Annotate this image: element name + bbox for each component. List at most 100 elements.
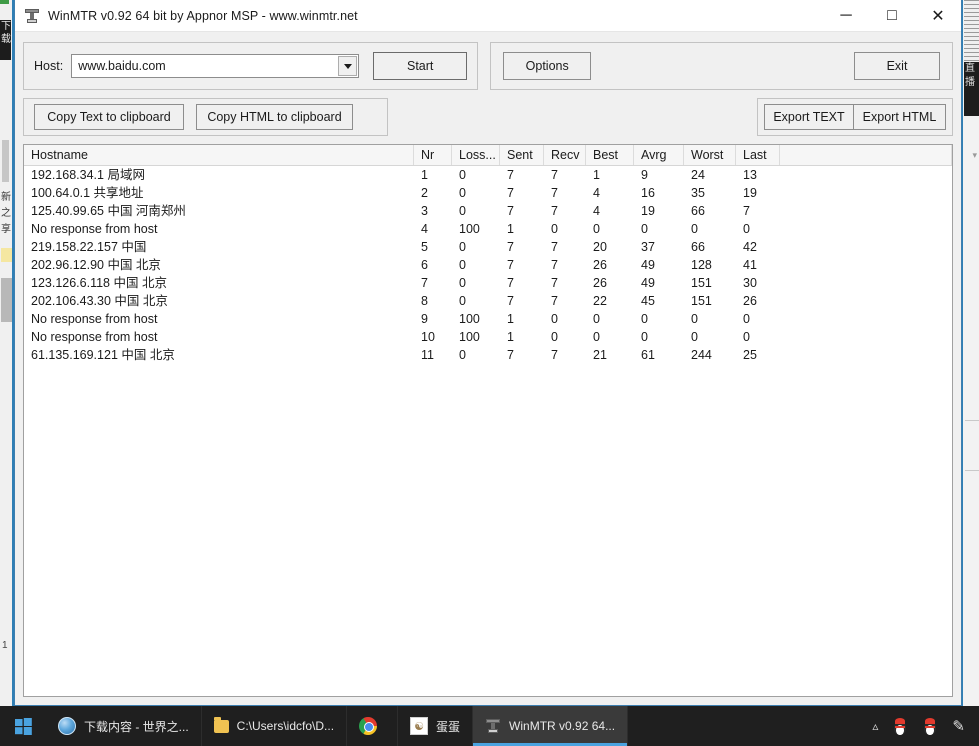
- taskbar-item-4[interactable]: WinMTR v0.92 64...: [473, 706, 629, 746]
- cell-recv: 0: [551, 222, 558, 236]
- exit-button[interactable]: Exit: [854, 52, 940, 80]
- cell-worst: 66: [691, 240, 705, 254]
- column-header-hostname[interactable]: Hostname: [24, 145, 414, 165]
- cell-loss: 0: [459, 258, 466, 272]
- table-row[interactable]: 219.158.22.157 中国 5 0 7 7 20 37 66 42: [24, 238, 952, 256]
- cell-hostname: 202.96.12.90 中国 北京: [31, 258, 161, 272]
- clipboard-export-row: Copy Text to clipboard Copy HTML to clip…: [23, 98, 953, 136]
- column-header-last[interactable]: Last: [736, 145, 780, 165]
- cell-nr: 3: [421, 204, 428, 218]
- table-row[interactable]: 202.96.12.90 中国 北京 6 0 7 7 26 49 128 41: [24, 256, 952, 274]
- cell-last: 7: [743, 204, 750, 218]
- window-controls: ─ □ ✕: [823, 0, 961, 32]
- bg-scrollbar-thumb[interactable]: [2, 140, 9, 182]
- cell-avrg: 9: [641, 168, 648, 182]
- cell-filler: [780, 256, 952, 274]
- cell-recv: 7: [551, 294, 558, 308]
- column-header-best[interactable]: Best: [586, 145, 634, 165]
- title-bar[interactable]: WinMTR v0.92 64 bit by Appnor MSP - www.…: [15, 0, 961, 32]
- background-window-right[interactable]: 直播 ▾: [960, 0, 979, 706]
- cell-last: 19: [743, 186, 757, 200]
- cell-last: 0: [743, 312, 750, 326]
- taskbar-item-2[interactable]: [347, 706, 399, 746]
- host-combobox[interactable]: [71, 54, 360, 78]
- taskbar-item-3[interactable]: ☯ 蛋蛋: [398, 706, 474, 746]
- chevron-down-icon[interactable]: [338, 56, 358, 76]
- copy-html-to-clipboard-button[interactable]: Copy HTML to clipboard: [196, 104, 353, 130]
- cell-avrg: 45: [641, 294, 655, 308]
- listview-body: 192.168.34.1 局域网 1 0 7 7 1 9 24 13 100.64.0.1 共享地…: [24, 166, 952, 696]
- cell-best: 0: [593, 330, 600, 344]
- cell-last: 41: [743, 258, 757, 272]
- qq-penguin-icon[interactable]: [892, 717, 908, 735]
- table-row[interactable]: 100.64.0.1 共享地址 2 0 7 7 4 16 35 19: [24, 184, 952, 202]
- copy-text-to-clipboard-button[interactable]: Copy Text to clipboard: [34, 104, 184, 130]
- trace-results-listview[interactable]: Hostname Nr Loss... Sent Recv Best Avrg …: [23, 144, 953, 697]
- host-group-box: Host: Start: [23, 42, 479, 90]
- minimize-button[interactable]: ─: [823, 0, 869, 32]
- options-button[interactable]: Options: [503, 52, 592, 80]
- cell-recv: 0: [551, 330, 558, 344]
- cell-sent: 7: [507, 276, 514, 290]
- cell-hostname: 219.158.22.157 中国: [31, 240, 147, 254]
- table-row[interactable]: 192.168.34.1 局域网 1 0 7 7 1 9 24 13: [24, 166, 952, 184]
- cell-last: 0: [743, 222, 750, 236]
- winmtr-icon: [24, 8, 40, 24]
- taskbar-item-label: C:\Users\idcfo\D...: [236, 719, 335, 733]
- maximize-button[interactable]: □: [869, 0, 915, 32]
- host-input[interactable]: [72, 55, 359, 77]
- window-title: WinMTR v0.92 64 bit by Appnor MSP - www.…: [48, 8, 358, 23]
- table-row[interactable]: 61.135.169.121 中国 北京 11 0 7 7 21 61 244 25: [24, 346, 952, 364]
- window-client-area: Host: Start Options Exit Copy Text to cl…: [15, 32, 961, 705]
- cell-hostname: 192.168.34.1 局域网: [31, 168, 145, 182]
- table-row[interactable]: 202.106.43.30 中国 北京 8 0 7 7 22 45 151 26: [24, 292, 952, 310]
- cell-nr: 7: [421, 276, 428, 290]
- bg-right-dark-panel: 直播: [964, 62, 979, 116]
- column-header-worst[interactable]: Worst: [684, 145, 736, 165]
- column-header-loss[interactable]: Loss...: [452, 145, 500, 165]
- cell-nr: 8: [421, 294, 428, 308]
- cell-worst: 128: [691, 258, 712, 272]
- cell-avrg: 49: [641, 276, 655, 290]
- taskbar-item-label: 下载内容 - 世界之...: [84, 719, 189, 734]
- qq-penguin-icon-2[interactable]: [922, 717, 938, 735]
- cell-recv: 7: [551, 168, 558, 182]
- column-header-nr[interactable]: Nr: [414, 145, 452, 165]
- bg-green-marker: [0, 0, 9, 4]
- cell-avrg: 19: [641, 204, 655, 218]
- column-header-avrg[interactable]: Avrg: [634, 145, 684, 165]
- cell-avrg: 0: [641, 330, 648, 344]
- windows-start-icon[interactable]: [0, 706, 46, 746]
- cell-hostname: No response from host: [31, 330, 158, 344]
- cell-best: 26: [593, 258, 607, 272]
- taskbar-item-0[interactable]: 下载内容 - 世界之...: [46, 706, 202, 746]
- start-button[interactable]: Start: [373, 52, 468, 80]
- cell-loss: 0: [459, 186, 466, 200]
- table-row[interactable]: 123.126.6.118 中国 北京 7 0 7 7 26 49 151 30: [24, 274, 952, 292]
- export-html-button[interactable]: Export HTML: [853, 104, 946, 130]
- pen-input-icon[interactable]: ✎: [952, 717, 965, 735]
- cell-worst: 0: [691, 312, 698, 326]
- cell-loss: 0: [459, 168, 466, 182]
- show-hidden-icons-button[interactable]: ▵: [872, 719, 878, 733]
- cell-hostname: No response from host: [31, 222, 158, 236]
- close-button[interactable]: ✕: [915, 0, 961, 32]
- cell-last: 30: [743, 276, 757, 290]
- table-row[interactable]: 125.40.99.65 中国 河南郑州 3 0 7 7 4 19 66 7: [24, 202, 952, 220]
- taskbar-item-1[interactable]: C:\Users\idcfo\D...: [202, 706, 348, 746]
- column-header-sent[interactable]: Sent: [500, 145, 544, 165]
- cell-worst: 66: [691, 204, 705, 218]
- winmtr-icon: [485, 718, 501, 734]
- cell-worst: 151: [691, 294, 712, 308]
- cell-nr: 2: [421, 186, 428, 200]
- table-row[interactable]: No response from host 10 100 1 0 0 0 0 0: [24, 328, 952, 346]
- export-text-button[interactable]: Export TEXT: [764, 104, 854, 130]
- table-row[interactable]: No response from host 4 100 1 0 0 0 0 0: [24, 220, 952, 238]
- cell-nr: 9: [421, 312, 428, 326]
- internet-explorer-icon: [58, 717, 76, 735]
- column-header-recv[interactable]: Recv: [544, 145, 586, 165]
- background-window-left[interactable]: 下载 新之享 1: [0, 0, 14, 706]
- cell-hostname: 123.126.6.118 中国 北京: [31, 276, 167, 290]
- table-row[interactable]: No response from host 9 100 1 0 0 0 0 0: [24, 310, 952, 328]
- cell-filler: [780, 184, 952, 202]
